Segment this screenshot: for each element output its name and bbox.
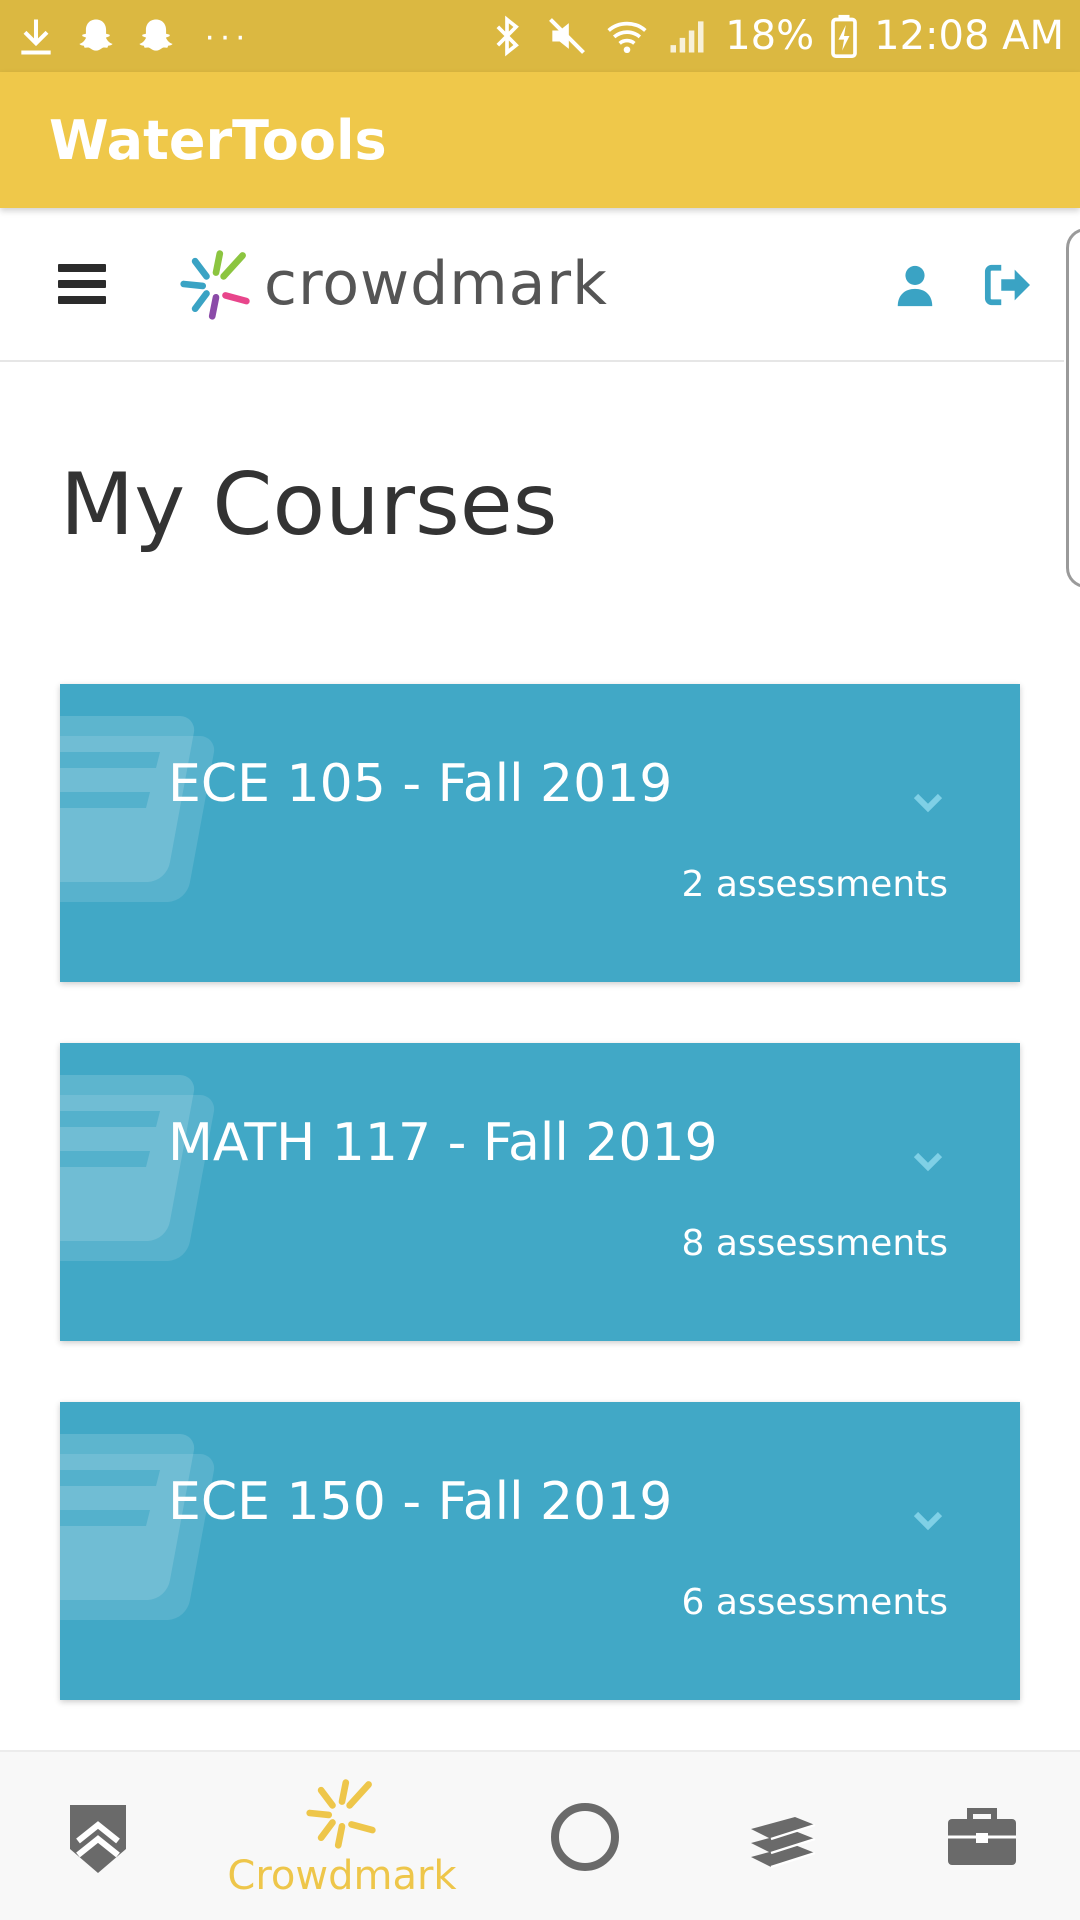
- sign-out-icon[interactable]: [982, 262, 1032, 308]
- chevron-down-icon[interactable]: [910, 784, 946, 820]
- snapchat-icon: [134, 14, 178, 58]
- user-icon[interactable]: [892, 262, 938, 308]
- nav-books[interactable]: [693, 1752, 873, 1920]
- status-bar: ··· 18% 12:08 AM: [0, 0, 1080, 72]
- page-title: My Courses: [60, 455, 558, 555]
- battery-charging-icon: [830, 14, 858, 58]
- status-left: ···: [14, 14, 250, 58]
- hamburger-menu-icon[interactable]: [58, 264, 106, 304]
- mute-icon: [545, 14, 589, 58]
- bottom-nav: Crowdmark: [0, 1750, 1080, 1920]
- bluetooth-icon: [485, 14, 529, 58]
- course-card[interactable]: MATH 117 - Fall 2019 8 assessments: [60, 1043, 1020, 1341]
- course-book-icon: [60, 1433, 260, 1634]
- app-title: WaterTools: [49, 108, 387, 172]
- assessment-count: 6 assessments: [681, 1582, 948, 1623]
- nav-crowdmark[interactable]: Crowdmark: [227, 1752, 457, 1920]
- assessment-count: 8 assessments: [681, 1223, 948, 1264]
- circle-icon: [551, 1803, 619, 1871]
- books-icon: [751, 1817, 816, 1869]
- clock: 12:08 AM: [874, 13, 1064, 59]
- nav-home[interactable]: [8, 1752, 188, 1920]
- course-book-icon: [60, 1074, 260, 1275]
- nav-label: Crowdmark: [227, 1853, 457, 1899]
- course-name: ECE 150 - Fall 2019: [168, 1472, 673, 1532]
- crowdmark-burst-icon: [180, 250, 250, 320]
- assessment-count: 2 assessments: [681, 864, 948, 905]
- nav-briefcase[interactable]: [892, 1752, 1072, 1920]
- crowdmark-header: crowdmark: [0, 208, 1064, 362]
- crowdmark-logo[interactable]: crowdmark: [178, 244, 608, 324]
- crowdmark-burst-icon: [306, 1779, 376, 1849]
- course-name: ECE 105 - Fall 2019: [168, 754, 673, 814]
- course-card[interactable]: ECE 105 - Fall 2019 2 assessments: [60, 684, 1020, 982]
- signal-icon: [665, 14, 709, 58]
- course-book-icon: [60, 715, 260, 916]
- app-bar: WaterTools: [0, 72, 1080, 208]
- snapchat-icon: [74, 14, 118, 58]
- chevron-down-icon[interactable]: [910, 1143, 946, 1179]
- battery-percent: 18%: [725, 13, 815, 59]
- crowdmark-wordmark: crowdmark: [264, 249, 608, 319]
- nav-circle[interactable]: [495, 1752, 675, 1920]
- shield-chevron-icon: [70, 1805, 126, 1873]
- download-icon: [14, 14, 58, 58]
- wifi-icon: [605, 14, 649, 58]
- course-card[interactable]: ECE 150 - Fall 2019 6 assessments: [60, 1402, 1020, 1700]
- chevron-down-icon[interactable]: [910, 1502, 946, 1538]
- side-drawer-handle[interactable]: [1066, 228, 1080, 588]
- course-name: MATH 117 - Fall 2019: [168, 1113, 718, 1173]
- more-dots-icon: ···: [204, 16, 250, 55]
- briefcase-icon: [948, 1808, 1016, 1865]
- status-right: 18% 12:08 AM: [485, 13, 1064, 59]
